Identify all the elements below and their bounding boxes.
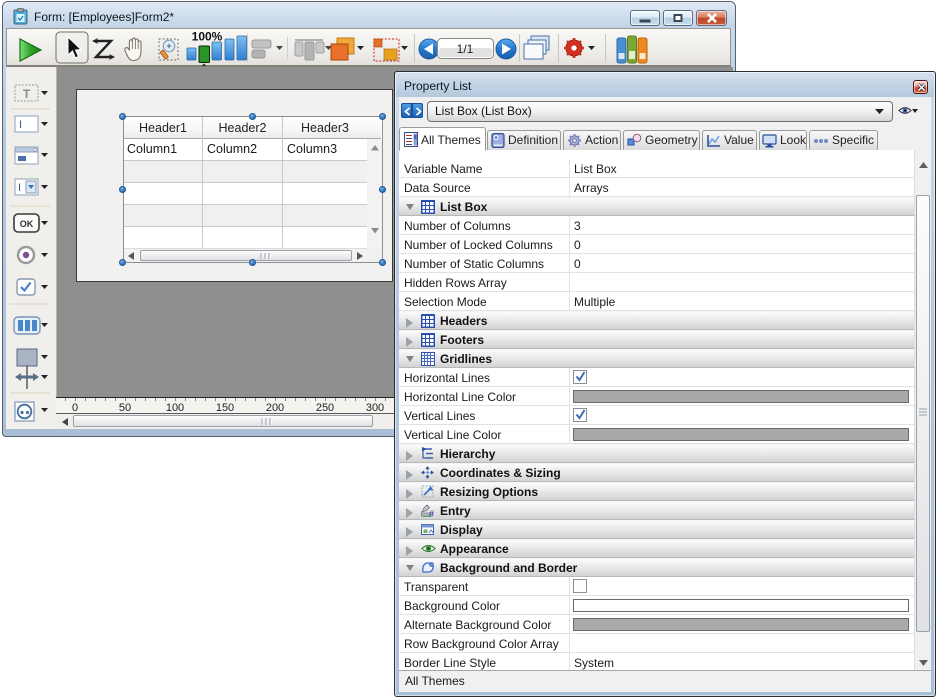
svg-text:100%: 100% — [192, 30, 223, 44]
svg-text:1/1: 1/1 — [457, 42, 474, 56]
svg-text:I: I — [18, 182, 21, 194]
svg-text:T: T — [23, 87, 31, 101]
svg-text:OK: OK — [20, 219, 34, 229]
svg-text:#: # — [429, 509, 434, 517]
svg-text:I: I — [19, 119, 22, 131]
